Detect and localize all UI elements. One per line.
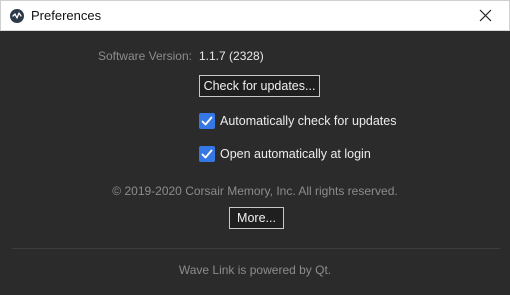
preferences-panel: Software Version: 1.1.7 (2328) Check for… xyxy=(0,31,510,295)
software-version-value: 1.1.7 (2328) xyxy=(199,49,264,63)
window-title: Preferences xyxy=(31,8,102,23)
check-for-updates-button[interactable]: Check for updates... xyxy=(199,75,320,97)
software-version-label: Software Version: xyxy=(97,49,192,63)
open-at-login-checkbox[interactable] xyxy=(199,146,215,162)
copyright-text: © 2019-2020 Corsair Memory, Inc. All rig… xyxy=(112,184,398,198)
powered-by-text: Wave Link is powered by Qt. xyxy=(178,263,332,277)
title-bar: Preferences xyxy=(0,0,510,31)
more-button[interactable]: More... xyxy=(229,207,284,229)
divider xyxy=(12,248,500,249)
auto-check-updates-label[interactable]: Automatically check for updates xyxy=(220,114,396,128)
wave-link-icon xyxy=(10,9,24,23)
open-at-login-label[interactable]: Open automatically at login xyxy=(220,147,371,161)
auto-check-updates-checkbox[interactable] xyxy=(199,113,215,129)
close-button[interactable] xyxy=(463,1,509,31)
